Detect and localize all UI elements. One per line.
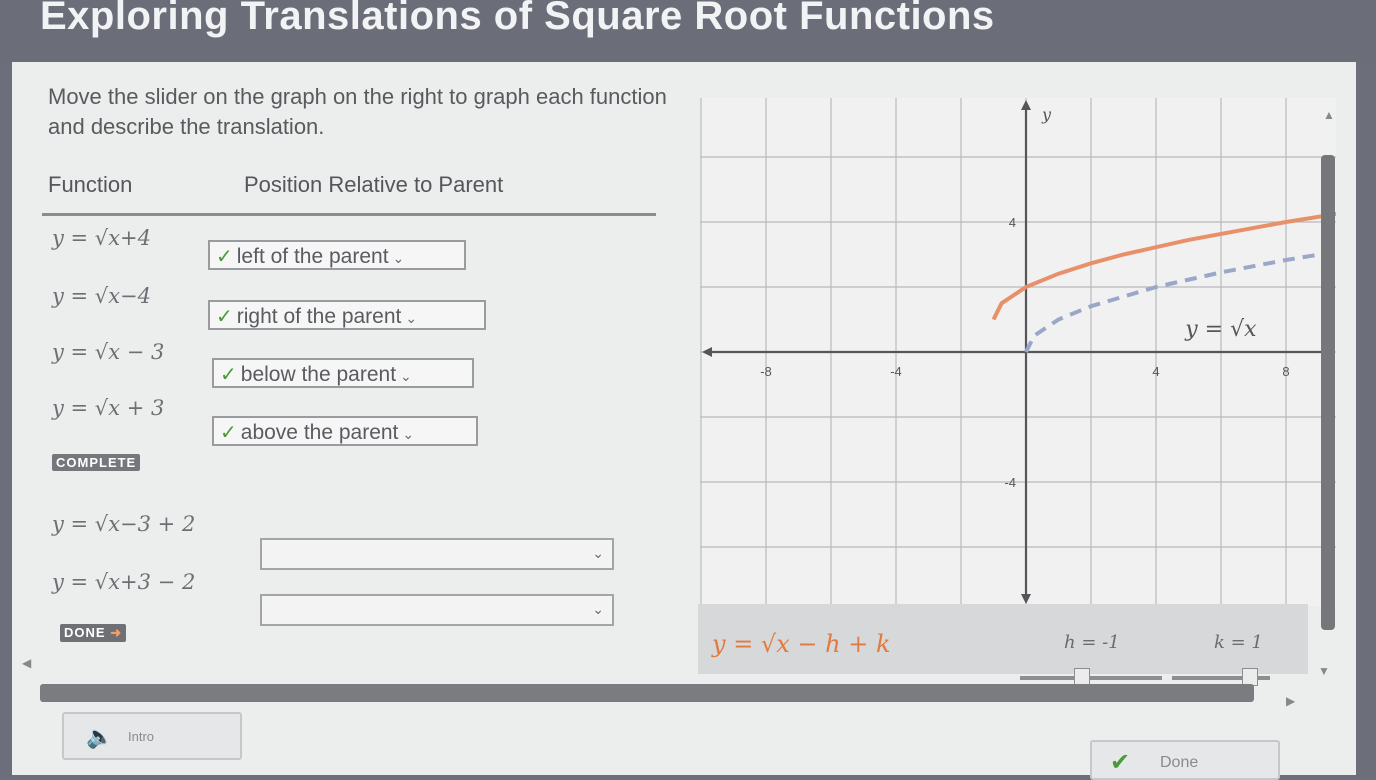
h-slider-track[interactable] [1020,676,1162,680]
function-4: y = √x + 3 [52,396,165,420]
vertical-scrollbar[interactable] [1321,155,1335,630]
y-tick-label: -4 [1004,475,1016,490]
position-select-1[interactable]: ✓ left of the parent ⌄ [208,240,466,270]
chevron-down-icon: ⌄ [405,310,418,326]
chevron-down-icon: ⌄ [592,601,604,617]
column-header-function: Function [48,172,133,197]
chevron-down-icon: ⌄ [392,250,405,266]
chevron-down-icon: ⌄ [400,368,412,384]
check-icon: ✓ [216,306,233,328]
header-divider [42,213,656,216]
general-equation: y = √x − h + k [712,630,891,658]
checkmark-icon: ✔ [1110,749,1131,776]
done-badge: DONE ➜ [60,624,127,642]
check-icon: ✓ [220,422,237,444]
chevron-down-icon: ⌄ [402,426,415,442]
position-select-2-value: right of the parent [236,305,402,328]
function-1: y = √x+4 [52,226,151,250]
scroll-down-icon[interactable]: ▼ [1318,664,1330,678]
function-5: y = √x−3 + 2 [52,512,196,536]
instructions-text: Move the slider on the graph on the righ… [48,84,667,139]
column-header-position: Position Relative to Parent [244,172,504,197]
x-tick-label: -4 [890,364,902,379]
page-title: Exploring Translations of Square Root Fu… [40,0,995,38]
check-icon: ✓ [220,364,237,386]
done-button-label: Done [1160,754,1199,771]
speaker-icon: 🔈 [86,724,114,749]
function-graph[interactable]: -8-44884-4-8yy = √x [700,98,1336,606]
parent-function-label: y = √x [1184,317,1257,342]
h-value-label: h = -1 [1064,632,1120,653]
position-select-4[interactable]: ✓ above the parent ⌄ [212,416,478,446]
position-select-2[interactable]: ✓ right of the parent ⌄ [208,300,486,330]
intro-button-label: Intro [128,729,155,744]
intro-button[interactable]: 🔈 Intro [62,712,242,760]
x-tick-label: -8 [760,364,772,379]
complete-badge: COMPLETE [52,454,141,471]
function-3: y = √x − 3 [52,340,165,364]
position-select-3[interactable]: ✓ below the parent ⌄ [212,358,474,388]
scroll-right-icon[interactable]: ▶ [1286,694,1295,708]
y-axis-label: y [1041,105,1052,124]
position-select-3-value: below the parent [240,363,397,386]
function-6: y = √x+3 − 2 [52,570,196,594]
scroll-up-icon[interactable]: ▲ [1323,108,1335,122]
position-select-4-value: above the parent [240,421,399,444]
x-tick-label: 8 [1282,364,1289,379]
position-select-6[interactable]: ⌄ [260,594,614,626]
y-tick-label: 8 [1009,98,1016,100]
done-button[interactable]: ✔ Done [1090,740,1280,780]
scroll-left-icon[interactable]: ◀ [22,656,31,670]
done-badge-label: DONE [64,625,106,640]
position-select-5[interactable]: ⌄ [260,538,614,570]
k-value-label: k = 1 [1214,632,1263,653]
y-tick-label: 4 [1009,215,1016,230]
arrow-icon: ➜ [110,625,123,640]
x-tick-label: 4 [1152,364,1159,379]
position-select-1-value: left of the parent [236,245,389,268]
check-icon: ✓ [216,246,233,268]
horizontal-scrollbar[interactable] [40,684,1254,702]
chevron-down-icon: ⌄ [592,545,604,561]
function-2: y = √x−4 [52,284,151,308]
title-bar: Exploring Translations of Square Root Fu… [0,0,1376,62]
